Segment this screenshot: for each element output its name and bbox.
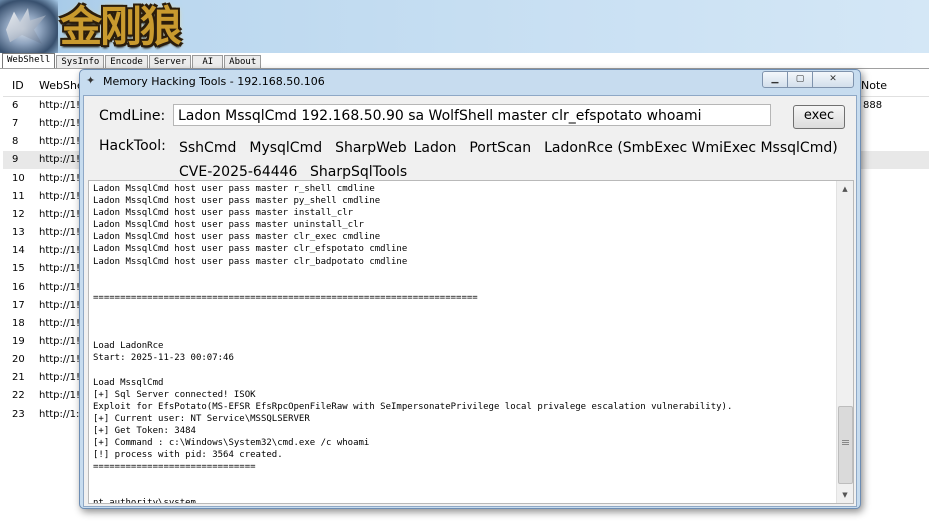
- tab-server[interactable]: Server: [148, 55, 192, 69]
- tool-mysqlcmd[interactable]: MysqlCmd: [249, 136, 322, 160]
- row-note: 888: [863, 100, 883, 111]
- row-url: http://1:: [39, 408, 80, 420]
- wolf-app-icon: ✦: [86, 74, 96, 87]
- row-url: http://1!: [39, 263, 81, 275]
- output-scrollbar[interactable]: ▲ ▼: [836, 181, 853, 503]
- scroll-down-arrow-icon[interactable]: ▼: [837, 487, 853, 503]
- row-url: http://1!: [39, 136, 81, 148]
- row-url: http://1!: [39, 281, 81, 293]
- window-controls: ▁ ▢ ✕: [762, 71, 854, 88]
- row-url: http://1!: [39, 354, 81, 366]
- scroll-up-arrow-icon[interactable]: ▲: [837, 181, 853, 197]
- row-id: 7: [12, 118, 19, 130]
- column-header-id[interactable]: ID: [12, 79, 24, 92]
- row-url: http://1!: [39, 208, 81, 220]
- row-url: http://1!: [39, 299, 81, 311]
- row-id: 19: [12, 335, 25, 347]
- close-button[interactable]: ✕: [812, 71, 854, 88]
- row-id: 21: [12, 372, 25, 384]
- row-id: 17: [12, 299, 25, 311]
- memory-hacking-tools-window: ✦ Memory Hacking Tools - 192.168.50.106 …: [79, 69, 861, 509]
- tool-ladonrce[interactable]: LadonRce (SmbExec WmiExec MssqlCmd): [544, 136, 838, 160]
- window-title: Memory Hacking Tools - 192.168.50.106: [103, 75, 325, 88]
- row-url: http://1!: [39, 100, 81, 111]
- tab-sysinfo[interactable]: SysInfo: [56, 55, 105, 69]
- window-titlebar[interactable]: ✦ Memory Hacking Tools - 192.168.50.106 …: [80, 70, 860, 94]
- cmdline-label: CmdLine:: [99, 108, 166, 124]
- tool-ladon[interactable]: Ladon: [414, 136, 457, 160]
- row-url: http://1!: [39, 172, 81, 184]
- row-id: 15: [12, 263, 25, 275]
- app-brand-title: 金刚狼: [60, 2, 182, 51]
- column-header-note[interactable]: Note: [861, 79, 887, 92]
- row-url: http://1!: [39, 118, 81, 130]
- app-banner: 金刚狼: [0, 0, 929, 53]
- maximize-button[interactable]: ▢: [787, 71, 813, 88]
- row-id: 20: [12, 354, 25, 366]
- row-id: 9: [12, 154, 19, 166]
- row-id: 22: [12, 390, 25, 402]
- tab-ai[interactable]: AI: [192, 55, 224, 69]
- row-url: http://1!: [39, 372, 81, 384]
- row-id: 8: [12, 136, 19, 148]
- row-url: http://1!: [39, 317, 81, 329]
- tab-about[interactable]: About: [224, 55, 262, 69]
- row-id: 18: [12, 317, 25, 329]
- row-url: http://1!: [39, 390, 81, 402]
- main-tab-bar: WebShell SysInfo Encode Server AI About: [2, 53, 262, 69]
- tab-webshell[interactable]: WebShell: [2, 53, 56, 69]
- output-text: Ladon MssqlCmd host user pass master r_s…: [93, 184, 733, 504]
- row-url: http://1!: [39, 245, 81, 257]
- minimize-button[interactable]: ▁: [762, 71, 788, 88]
- row-id: 23: [12, 408, 25, 420]
- cmdline-input[interactable]: Ladon MssqlCmd 192.168.50.90 sa WolfShel…: [173, 104, 771, 126]
- scroll-thumb[interactable]: [838, 406, 853, 484]
- row-url: http://1!: [39, 154, 81, 166]
- row-id: 14: [12, 245, 25, 257]
- hacktool-label: HackTool:: [99, 138, 166, 154]
- row-id: 13: [12, 227, 25, 239]
- tool-portscan[interactable]: PortScan: [469, 136, 531, 160]
- output-textarea[interactable]: Ladon MssqlCmd host user pass master r_s…: [88, 180, 854, 504]
- row-url: http://1!: [39, 335, 81, 347]
- exec-button[interactable]: exec: [793, 105, 845, 129]
- wolf-logo-icon: [0, 0, 58, 53]
- row-id: 10: [12, 172, 25, 184]
- row-id: 11: [12, 190, 25, 202]
- tab-encode[interactable]: Encode: [105, 55, 148, 69]
- row-id: 6: [12, 100, 19, 111]
- column-header-webshell[interactable]: WebShe: [39, 79, 84, 92]
- row-url: http://1!: [39, 227, 81, 239]
- window-client-area: CmdLine: Ladon MssqlCmd 192.168.50.90 sa…: [83, 95, 857, 507]
- row-id: 16: [12, 281, 25, 293]
- tool-sshcmd[interactable]: SshCmd: [179, 136, 236, 160]
- grip-icon: [842, 440, 849, 441]
- row-id: 12: [12, 208, 25, 220]
- row-url: http://1!: [39, 190, 81, 202]
- tool-sharpweb[interactable]: SharpWeb: [335, 136, 407, 160]
- hacktool-links: SshCmd MysqlCmd SharpWeb Ladon PortScan Ladon…: [179, 136, 839, 180]
